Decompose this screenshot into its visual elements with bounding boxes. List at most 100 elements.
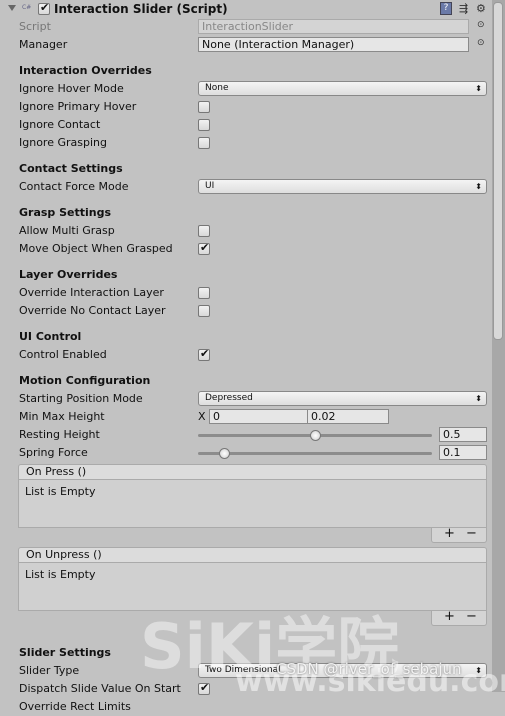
section-header: Grasp Settings: [19, 206, 112, 219]
row-move-object-when-grasped: Move Object When Grasped: [0, 240, 492, 258]
row-motion-configuration: Motion Configuration: [0, 372, 492, 390]
row-override-rect-limits: Override Rect Limits: [0, 698, 492, 716]
contact-force-mode-dropdown[interactable]: UI ⬍: [198, 179, 487, 194]
override-no-contact-layer-checkbox[interactable]: [198, 305, 210, 317]
field-label: Spring Force: [19, 446, 88, 459]
field-label: Slider Type: [19, 664, 80, 677]
event-list-on-unpress: On Unpress () List is Empty + −: [18, 547, 487, 626]
remove-button[interactable]: −: [466, 610, 477, 623]
manager-field[interactable]: None (Interaction Manager): [198, 37, 469, 52]
row-override-interaction-layer: Override Interaction Layer: [0, 284, 492, 302]
section-header: UI Control: [19, 330, 82, 343]
field-label: Override No Contact Layer: [19, 304, 166, 317]
foldout-arrow-icon[interactable]: [8, 5, 16, 11]
dropdown-value: None: [205, 83, 229, 93]
row-grasp-settings: Grasp Settings: [0, 204, 492, 222]
field-label: Override Interaction Layer: [19, 286, 164, 299]
help-book-icon[interactable]: ?: [440, 2, 452, 15]
ignore-hover-mode-dropdown[interactable]: None ⬍: [198, 81, 487, 96]
row-layer-overrides: Layer Overrides: [0, 266, 492, 284]
slider-thumb[interactable]: [218, 448, 230, 459]
field-label: Min Max Height: [19, 410, 105, 423]
row-dispatch-slide-value-on-start: Dispatch Slide Value On Start: [0, 680, 492, 698]
preset-icon[interactable]: ⇶: [459, 2, 471, 15]
object-picker-icon: ⊙: [477, 20, 485, 30]
dropdown-value: Depressed: [205, 393, 253, 403]
move-object-when-grasped-checkbox[interactable]: [198, 241, 210, 255]
ignore-grasping-checkbox[interactable]: [198, 137, 210, 149]
section-header: Contact Settings: [19, 162, 123, 175]
field-label: Resting Height: [19, 428, 100, 441]
remove-button[interactable]: −: [466, 527, 477, 540]
control-enabled-checkbox[interactable]: [198, 347, 210, 361]
field-label: Starting Position Mode: [19, 392, 143, 405]
dropdown-arrows-icon: ⬍: [475, 666, 482, 675]
row-spring-force: Spring Force 0.1: [0, 444, 492, 462]
field-label: Ignore Grasping: [19, 136, 107, 149]
add-button[interactable]: +: [444, 527, 455, 540]
x-input[interactable]: 0: [209, 409, 319, 424]
dropdown-arrows-icon: ⬍: [475, 394, 482, 403]
field-label: Allow Multi Grasp: [19, 224, 115, 237]
object-picker-icon[interactable]: ⊙: [477, 38, 485, 48]
vertical-scrollbar[interactable]: [492, 0, 505, 692]
slider-track[interactable]: [198, 452, 432, 455]
field-label: Ignore Hover Mode: [19, 82, 124, 95]
section-header: Motion Configuration: [19, 374, 151, 387]
spring-force-input[interactable]: 0.1: [439, 445, 487, 460]
slider-type-dropdown[interactable]: Two Dimensional ⬍: [198, 663, 487, 678]
event-footer: + −: [431, 527, 487, 543]
row-slider-settings: Slider Settings: [0, 644, 492, 662]
ignore-primary-hover-checkbox[interactable]: [198, 101, 210, 113]
component-title: Interaction Slider (Script): [54, 2, 228, 16]
event-body: List is Empty: [18, 480, 487, 528]
field-label: Contact Force Mode: [19, 180, 129, 193]
dropdown-value: UI: [205, 181, 215, 191]
field-label: Manager: [19, 38, 68, 51]
scrollbar-thumb[interactable]: [493, 2, 503, 340]
field-label: Control Enabled: [19, 348, 107, 361]
row-contact-settings: Contact Settings: [0, 160, 492, 178]
ignore-contact-checkbox[interactable]: [198, 119, 210, 131]
event-body: List is Empty: [18, 563, 487, 611]
gear-icon[interactable]: ⚙: [476, 2, 488, 15]
event-header: On Unpress (): [18, 547, 487, 563]
field-label: Override Rect Limits: [19, 700, 131, 713]
cs-script-icon: C#: [22, 4, 32, 11]
component-enabled-checkbox[interactable]: [38, 1, 50, 15]
component-header[interactable]: C# Interaction Slider (Script) ? ⇶ ⚙: [0, 0, 492, 18]
row-ignore-contact: Ignore Contact: [0, 116, 492, 134]
x-label: X: [198, 410, 206, 423]
field-label: Ignore Contact: [19, 118, 101, 131]
row-contact-force-mode: Contact Force Mode UI ⬍: [0, 178, 492, 196]
event-header: On Press (): [18, 464, 487, 480]
allow-multi-grasp-checkbox[interactable]: [198, 225, 210, 237]
resting-height-input[interactable]: 0.5: [439, 427, 487, 442]
row-interaction-overrides: Interaction Overrides: [0, 62, 492, 80]
event-footer: + −: [431, 610, 487, 626]
row-min-max-height: Min Max HeightX0Y0.02: [0, 408, 492, 426]
row-ignore-grasping: Ignore Grasping: [0, 134, 492, 152]
field-label: Script: [19, 20, 51, 33]
row-manager: Manager None (Interaction Manager) ⊙: [0, 36, 492, 54]
row-script: Script InteractionSlider ⊙: [0, 18, 492, 36]
dropdown-arrows-icon: ⬍: [475, 182, 482, 191]
dispatch-slide-value-on-start-checkbox[interactable]: [198, 681, 210, 695]
row-ignore-primary-hover: Ignore Primary Hover: [0, 98, 492, 116]
y-input[interactable]: 0.02: [307, 409, 389, 424]
starting-position-mode-dropdown[interactable]: Depressed ⬍: [198, 391, 487, 406]
dropdown-value: Two Dimensional: [205, 665, 281, 675]
row-override-no-contact-layer: Override No Contact Layer: [0, 302, 492, 320]
section-header: Interaction Overrides: [19, 64, 152, 77]
inspector-panel: C# Interaction Slider (Script) ? ⇶ ⚙ Scr…: [0, 0, 492, 713]
add-button[interactable]: +: [444, 610, 455, 623]
slider-thumb[interactable]: [310, 430, 321, 441]
row-control-enabled: Control Enabled: [0, 346, 492, 364]
override-interaction-layer-checkbox[interactable]: [198, 287, 210, 299]
row-starting-position-mode: Starting Position Mode Depressed ⬍: [0, 390, 492, 408]
field-label: Move Object When Grasped: [19, 242, 173, 255]
script-field: InteractionSlider: [198, 19, 469, 34]
row-ui-control: UI Control: [0, 328, 492, 346]
section-header: Layer Overrides: [19, 268, 118, 281]
field-label: Ignore Primary Hover: [19, 100, 137, 113]
